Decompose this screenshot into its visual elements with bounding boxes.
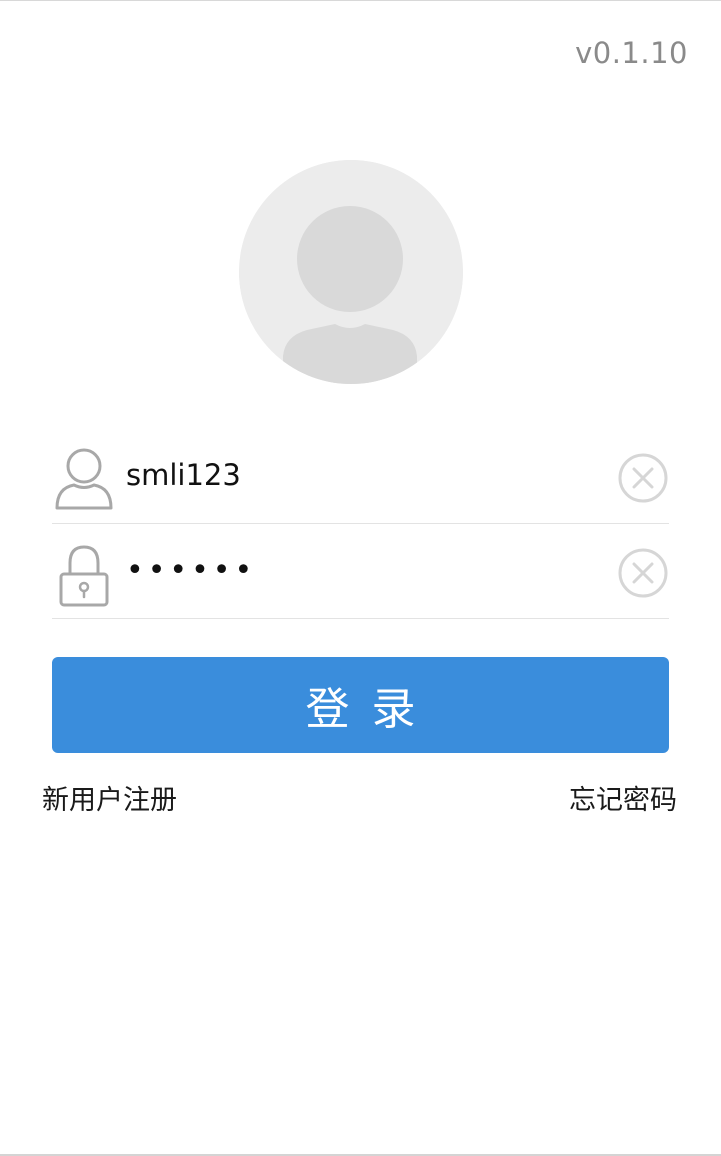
clear-circle-x-icon xyxy=(618,453,668,503)
password-row xyxy=(52,523,669,619)
username-clear-button[interactable] xyxy=(617,452,669,504)
username-row xyxy=(52,428,669,524)
login-screen: v0.1.10 smli123 •••••• 登录 新用户注册 忘记密码 xyxy=(0,0,721,1156)
password-clear-button[interactable] xyxy=(617,547,669,599)
forgot-password-link[interactable]: 忘记密码 xyxy=(569,778,677,817)
password-input[interactable] xyxy=(126,545,596,595)
avatar xyxy=(239,160,463,384)
username-input[interactable] xyxy=(126,450,596,500)
register-link[interactable]: 新用户注册 xyxy=(42,778,177,817)
default-user-avatar-icon xyxy=(239,160,463,384)
clear-circle-x-icon xyxy=(618,548,668,598)
version-label: v0.1.10 xyxy=(575,36,688,70)
login-button[interactable]: 登录 xyxy=(52,657,669,753)
top-divider xyxy=(0,0,721,1)
user-icon xyxy=(52,444,116,512)
lock-icon xyxy=(52,539,116,607)
